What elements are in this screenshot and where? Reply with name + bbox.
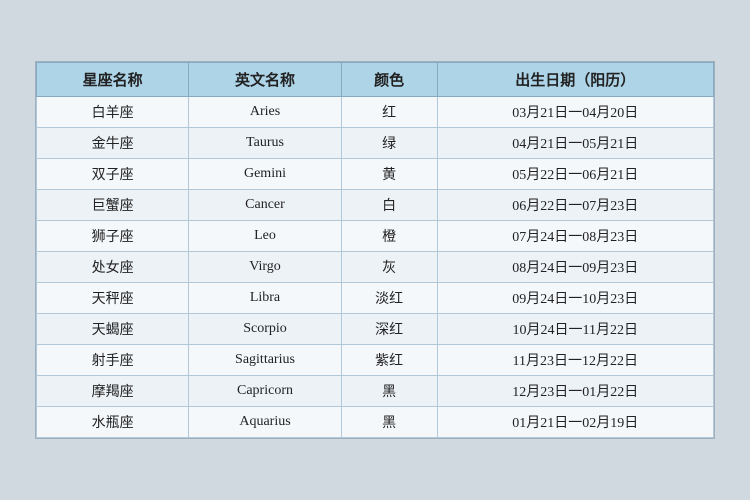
table-body: 白羊座Aries红03月21日一04月20日金牛座Taurus绿04月21日一0…	[37, 97, 714, 438]
header-birth-date: 出生日期（阳历）	[437, 63, 713, 97]
cell-color: 红	[341, 97, 437, 128]
cell-color: 黑	[341, 376, 437, 407]
cell-english-name: Leo	[189, 221, 341, 252]
cell-chinese-name: 摩羯座	[37, 376, 189, 407]
zodiac-table-container: 星座名称 英文名称 颜色 出生日期（阳历） 白羊座Aries红03月21日一04…	[35, 61, 715, 439]
zodiac-table: 星座名称 英文名称 颜色 出生日期（阳历） 白羊座Aries红03月21日一04…	[36, 62, 714, 438]
cell-birth-dates: 05月22日一06月21日	[437, 159, 713, 190]
cell-english-name: Gemini	[189, 159, 341, 190]
cell-english-name: Virgo	[189, 252, 341, 283]
header-color: 颜色	[341, 63, 437, 97]
cell-english-name: Sagittarius	[189, 345, 341, 376]
cell-color: 黑	[341, 407, 437, 438]
cell-birth-dates: 12月23日一01月22日	[437, 376, 713, 407]
cell-birth-dates: 03月21日一04月20日	[437, 97, 713, 128]
cell-birth-dates: 04月21日一05月21日	[437, 128, 713, 159]
table-row: 摩羯座Capricorn黑12月23日一01月22日	[37, 376, 714, 407]
table-row: 天秤座Libra淡红09月24日一10月23日	[37, 283, 714, 314]
cell-color: 橙	[341, 221, 437, 252]
cell-english-name: Libra	[189, 283, 341, 314]
cell-chinese-name: 巨蟹座	[37, 190, 189, 221]
table-row: 双子座Gemini黄05月22日一06月21日	[37, 159, 714, 190]
cell-color: 白	[341, 190, 437, 221]
cell-birth-dates: 01月21日一02月19日	[437, 407, 713, 438]
table-row: 白羊座Aries红03月21日一04月20日	[37, 97, 714, 128]
cell-birth-dates: 07月24日一08月23日	[437, 221, 713, 252]
table-row: 巨蟹座Cancer白06月22日一07月23日	[37, 190, 714, 221]
header-english-name: 英文名称	[189, 63, 341, 97]
cell-english-name: Cancer	[189, 190, 341, 221]
cell-english-name: Aquarius	[189, 407, 341, 438]
cell-english-name: Aries	[189, 97, 341, 128]
cell-chinese-name: 金牛座	[37, 128, 189, 159]
cell-chinese-name: 射手座	[37, 345, 189, 376]
cell-color: 黄	[341, 159, 437, 190]
cell-chinese-name: 处女座	[37, 252, 189, 283]
cell-color: 灰	[341, 252, 437, 283]
table-row: 天蝎座Scorpio深红10月24日一11月22日	[37, 314, 714, 345]
cell-color: 淡红	[341, 283, 437, 314]
table-header-row: 星座名称 英文名称 颜色 出生日期（阳历）	[37, 63, 714, 97]
cell-color: 绿	[341, 128, 437, 159]
header-chinese-name: 星座名称	[37, 63, 189, 97]
cell-birth-dates: 06月22日一07月23日	[437, 190, 713, 221]
cell-chinese-name: 狮子座	[37, 221, 189, 252]
table-row: 金牛座Taurus绿04月21日一05月21日	[37, 128, 714, 159]
cell-english-name: Scorpio	[189, 314, 341, 345]
cell-color: 紫红	[341, 345, 437, 376]
cell-chinese-name: 天秤座	[37, 283, 189, 314]
table-row: 射手座Sagittarius紫红11月23日一12月22日	[37, 345, 714, 376]
cell-english-name: Capricorn	[189, 376, 341, 407]
cell-chinese-name: 白羊座	[37, 97, 189, 128]
cell-birth-dates: 10月24日一11月22日	[437, 314, 713, 345]
cell-birth-dates: 08月24日一09月23日	[437, 252, 713, 283]
table-row: 处女座Virgo灰08月24日一09月23日	[37, 252, 714, 283]
cell-chinese-name: 双子座	[37, 159, 189, 190]
table-row: 水瓶座Aquarius黑01月21日一02月19日	[37, 407, 714, 438]
table-row: 狮子座Leo橙07月24日一08月23日	[37, 221, 714, 252]
cell-english-name: Taurus	[189, 128, 341, 159]
cell-birth-dates: 09月24日一10月23日	[437, 283, 713, 314]
cell-chinese-name: 水瓶座	[37, 407, 189, 438]
cell-color: 深红	[341, 314, 437, 345]
cell-birth-dates: 11月23日一12月22日	[437, 345, 713, 376]
cell-chinese-name: 天蝎座	[37, 314, 189, 345]
